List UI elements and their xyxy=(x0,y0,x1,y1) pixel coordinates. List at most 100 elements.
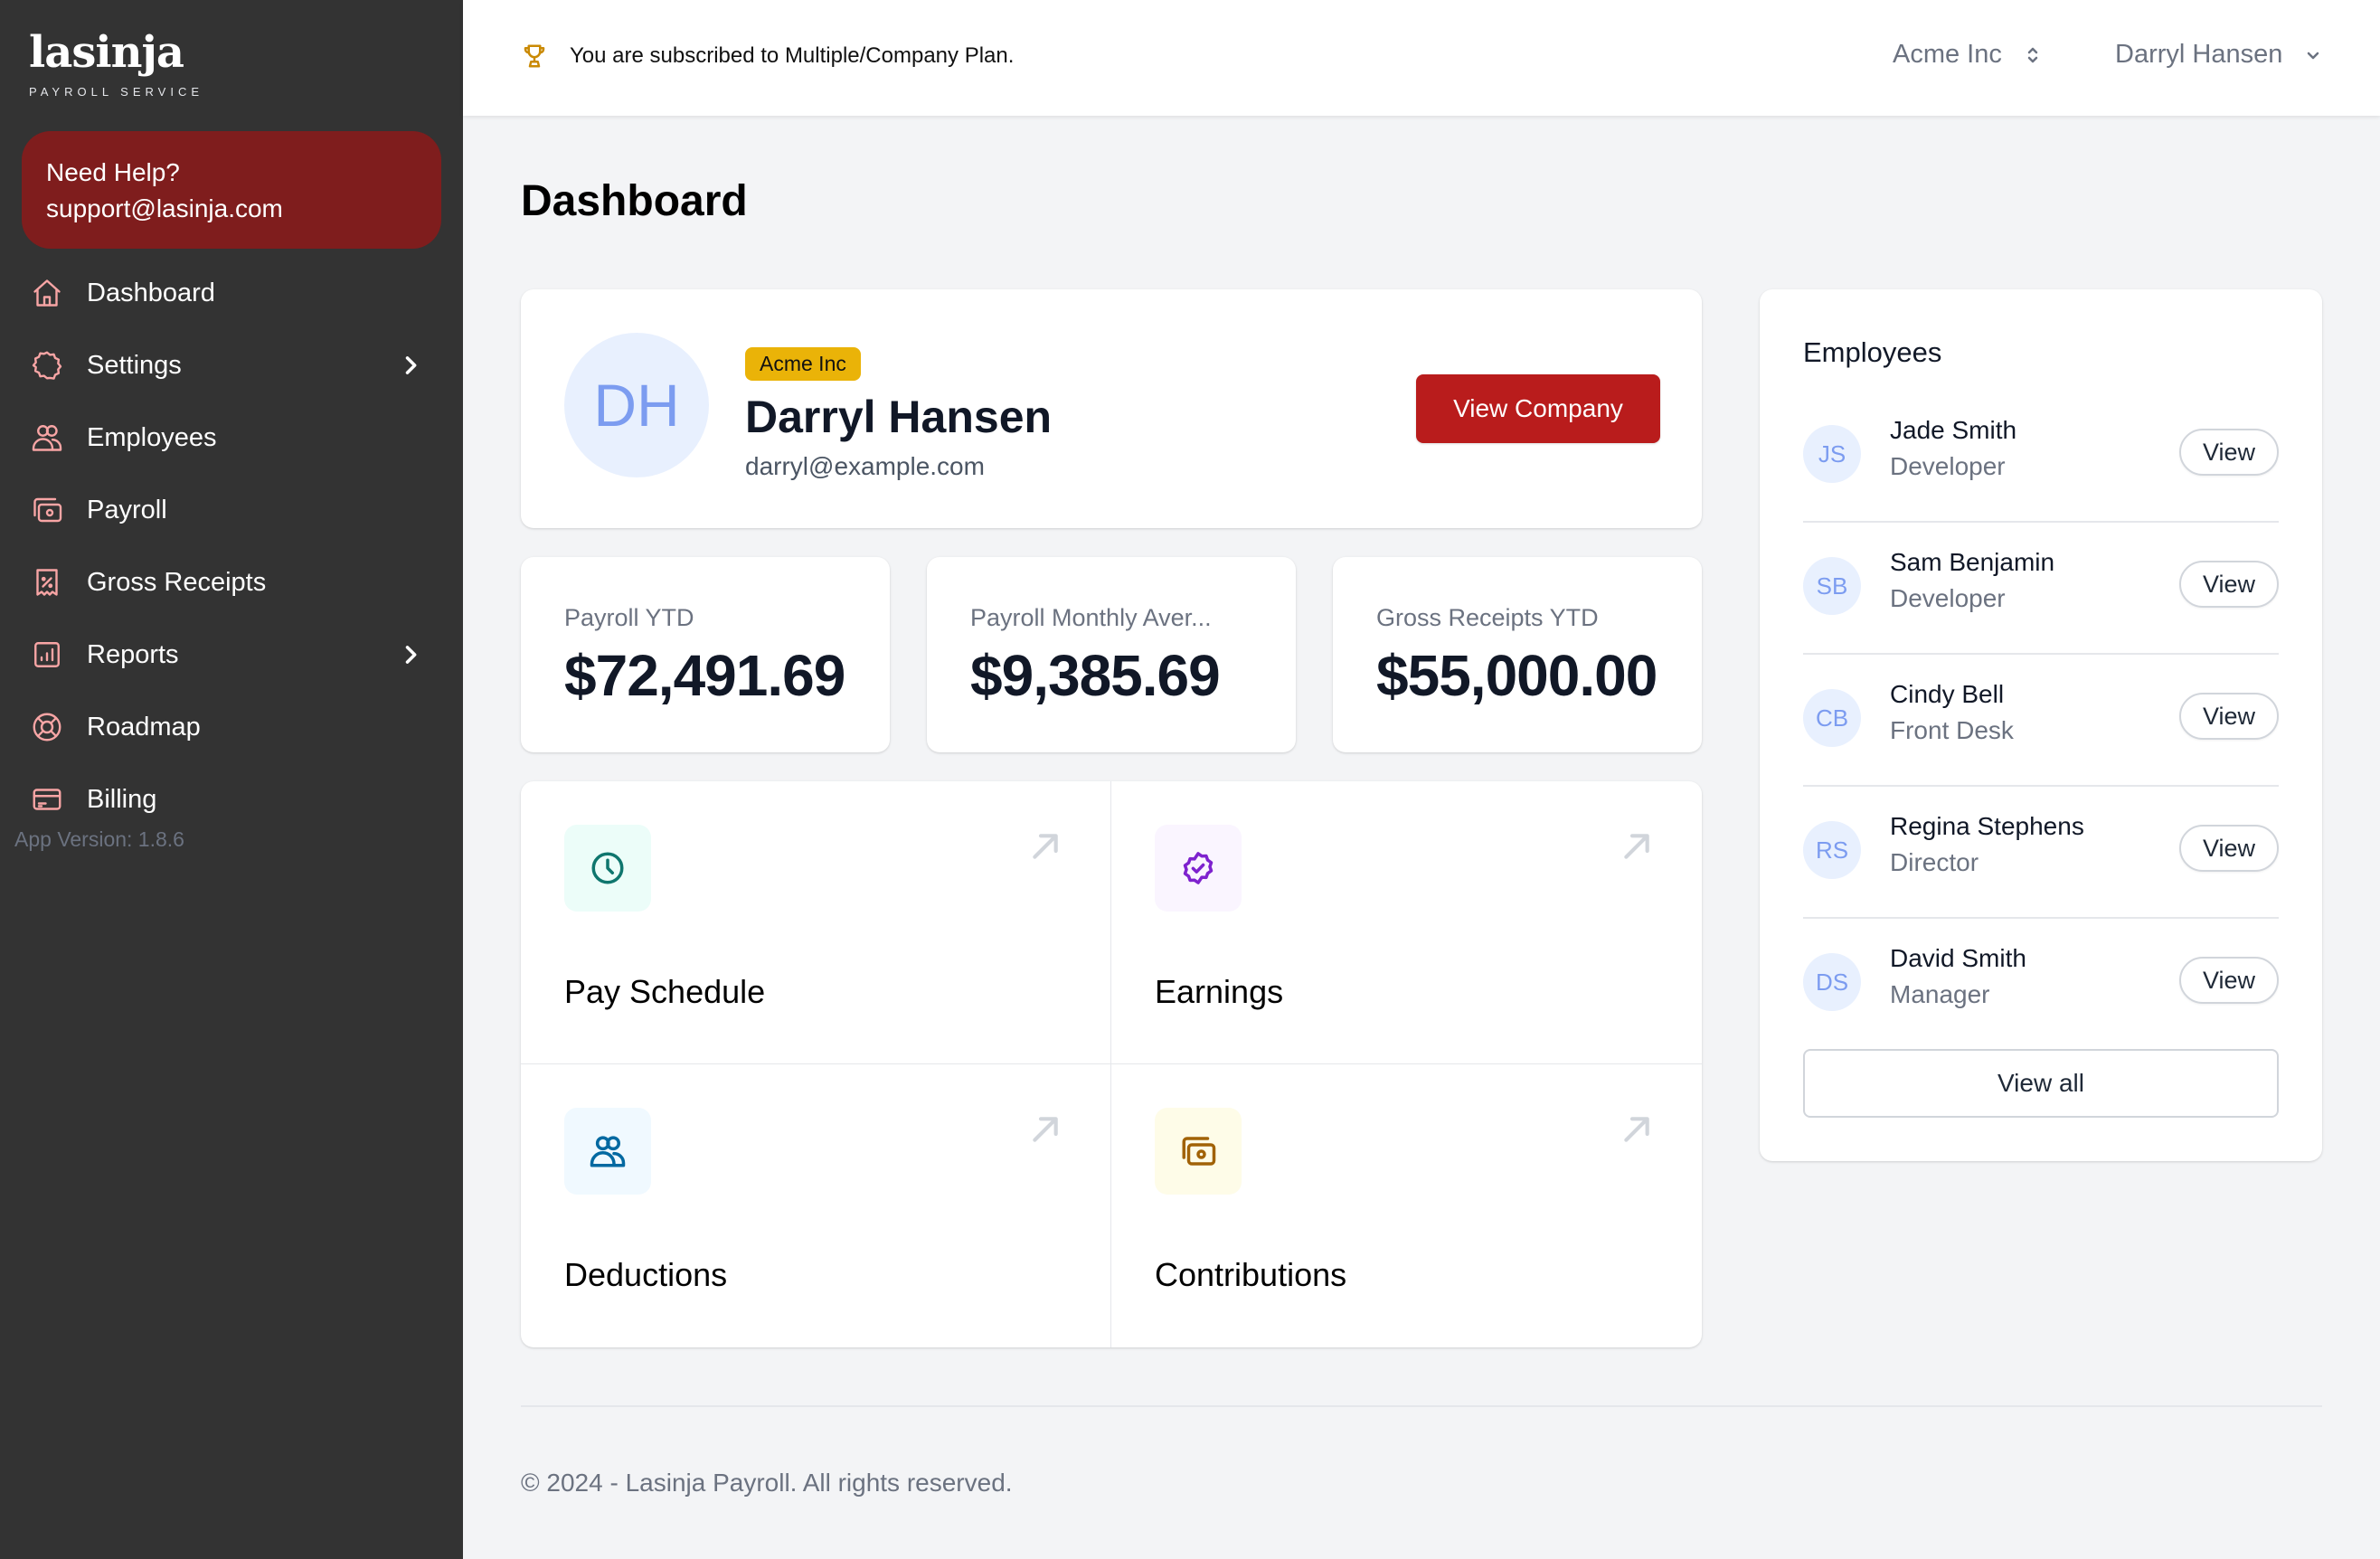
employee-name: Regina Stephens xyxy=(1890,812,2084,840)
employee-role: Director xyxy=(1890,848,1979,876)
view-employee-button[interactable]: View xyxy=(2179,561,2279,608)
page-title: Dashboard xyxy=(521,177,748,225)
arrow-up-right-icon xyxy=(1619,828,1655,865)
list-item: SB Sam Benjamin Developer View xyxy=(1803,523,2279,655)
plan-notice-text: You are subscribed to Multiple/Company P… xyxy=(570,43,1015,68)
employee-role: Developer xyxy=(1890,452,2006,480)
view-employee-button[interactable]: View xyxy=(2179,825,2279,872)
tile-icon-wrapper xyxy=(1155,825,1242,912)
sidebar-item-label: Reports xyxy=(87,639,179,669)
tile-label: Pay Schedule xyxy=(564,973,766,1010)
view-employee-button[interactable]: View xyxy=(2179,957,2279,1004)
sidebar-item-dashboard[interactable]: Dashboard xyxy=(0,257,463,329)
sidebar-item-label: Billing xyxy=(87,784,157,814)
users-icon xyxy=(31,421,63,454)
chart-bar-icon xyxy=(31,638,63,671)
help-email[interactable]: support@lasinja.com xyxy=(46,191,417,227)
sidebar-item-label: Employees xyxy=(87,422,217,452)
receipt-percent-icon xyxy=(31,566,63,599)
logo[interactable]: lasinja PAYROLL SERVICE xyxy=(29,31,203,99)
company-selector-label: Acme Inc xyxy=(1893,40,2002,69)
logo-tagline: PAYROLL SERVICE xyxy=(29,85,204,99)
tile-deductions[interactable]: Deductions xyxy=(521,1064,1111,1347)
view-company-button[interactable]: View Company xyxy=(1416,374,1660,443)
stat-card-payroll-monthly-average: Payroll Monthly Aver... $9,385.69 xyxy=(927,557,1296,752)
sidebar-item-gross-receipts[interactable]: Gross Receipts xyxy=(0,546,463,619)
avatar: CB xyxy=(1803,689,1861,747)
profile-name: Darryl Hansen xyxy=(745,392,1053,442)
profile-card: DH Acme Inc Darryl Hansen darryl@example… xyxy=(521,289,1702,528)
clock-icon xyxy=(591,852,624,884)
sidebar-item-billing[interactable]: Billing xyxy=(0,763,463,836)
quick-links-grid: Pay Schedule Earnings Deductions Contrib… xyxy=(521,781,1702,1347)
sidebar: lasinja PAYROLL SERVICE Need Help? suppo… xyxy=(0,0,463,1559)
tile-pay-schedule[interactable]: Pay Schedule xyxy=(521,781,1111,1064)
footer-divider xyxy=(521,1405,2322,1407)
list-item: RS Regina Stephens Director View xyxy=(1803,787,2279,919)
sidebar-item-label: Payroll xyxy=(87,495,167,524)
avatar: JS xyxy=(1803,425,1861,483)
stat-value: $72,491.69 xyxy=(564,643,845,708)
tile-label: Deductions xyxy=(564,1256,728,1293)
profile-email: darryl@example.com xyxy=(745,452,985,480)
stat-label: Payroll Monthly Aver... xyxy=(970,604,1212,631)
sidebar-item-settings[interactable]: Settings xyxy=(0,329,463,402)
avatar: RS xyxy=(1803,821,1861,879)
chevron-down-icon xyxy=(2308,52,2319,59)
badge-check-icon xyxy=(1183,852,1214,884)
arrow-up-right-icon xyxy=(1027,828,1063,865)
company-selector[interactable]: Acme Inc xyxy=(1893,40,2044,70)
sidebar-item-label: Settings xyxy=(87,350,182,380)
credit-card-icon xyxy=(31,783,63,816)
avatar: DS xyxy=(1803,953,1861,1011)
stat-card-gross-receipts-ytd: Gross Receipts YTD $55,000.00 xyxy=(1333,557,1702,752)
user-menu-label: Darryl Hansen xyxy=(2115,40,2283,69)
avatar: SB xyxy=(1803,557,1861,615)
help-box[interactable]: Need Help? support@lasinja.com xyxy=(22,131,441,249)
tile-icon-wrapper xyxy=(1155,1108,1242,1195)
trophy-icon xyxy=(524,44,545,68)
top-bar: You are subscribed to Multiple/Company P… xyxy=(463,0,2380,116)
employee-name: Jade Smith xyxy=(1890,416,2017,444)
employee-name: Sam Benjamin xyxy=(1890,548,2055,576)
company-badge: Acme Inc xyxy=(745,347,861,381)
sidebar-item-payroll[interactable]: Payroll xyxy=(0,474,463,546)
employees-list: JS Jade Smith Developer View SB Sam Benj… xyxy=(1803,391,2279,1051)
footer-copyright: © 2024 - Lasinja Payroll. All rights res… xyxy=(521,1469,1013,1497)
cash-icon xyxy=(31,494,63,526)
employee-role: Front Desk xyxy=(1890,716,2014,744)
sidebar-item-label: Roadmap xyxy=(87,712,201,742)
sidebar-item-employees[interactable]: Employees xyxy=(0,402,463,474)
stat-label: Payroll YTD xyxy=(564,604,694,631)
sidebar-item-reports[interactable]: Reports xyxy=(0,619,463,691)
arrow-up-right-icon xyxy=(1027,1111,1063,1148)
lifebuoy-icon xyxy=(31,711,63,743)
employee-name: David Smith xyxy=(1890,944,2026,972)
stat-value: $9,385.69 xyxy=(970,643,1221,708)
employee-role: Developer xyxy=(1890,584,2006,612)
tile-icon-wrapper xyxy=(564,825,651,912)
logo-wordmark: lasinja xyxy=(29,27,184,78)
tile-earnings[interactable]: Earnings xyxy=(1111,781,1702,1064)
stat-label: Gross Receipts YTD xyxy=(1376,604,1599,631)
tile-label: Contributions xyxy=(1155,1256,1347,1293)
list-item: DS David Smith Manager View xyxy=(1803,919,2279,1051)
view-employee-button[interactable]: View xyxy=(2179,693,2279,740)
employee-role: Manager xyxy=(1890,980,1990,1008)
gear-icon xyxy=(31,349,63,382)
view-all-employees-button[interactable]: View all xyxy=(1803,1049,2279,1118)
home-icon xyxy=(31,277,63,309)
tile-contributions[interactable]: Contributions xyxy=(1111,1064,1702,1347)
sidebar-item-label: Gross Receipts xyxy=(87,567,267,597)
app-version: App Version: 1.8.6 xyxy=(14,827,184,851)
user-menu[interactable]: Darryl Hansen xyxy=(2115,40,2324,70)
stat-value: $55,000.00 xyxy=(1376,643,1658,708)
sidebar-nav: Dashboard Settings Employees Payroll Gro… xyxy=(0,257,463,836)
plan-notice: You are subscribed to Multiple/Company P… xyxy=(521,42,1014,71)
view-employee-button[interactable]: View xyxy=(2179,429,2279,476)
sidebar-item-label: Dashboard xyxy=(87,278,215,307)
sidebar-item-roadmap[interactable]: Roadmap xyxy=(0,691,463,763)
tile-icon-wrapper xyxy=(564,1108,651,1195)
chevron-right-icon xyxy=(398,353,423,378)
users-icon xyxy=(590,1136,626,1167)
